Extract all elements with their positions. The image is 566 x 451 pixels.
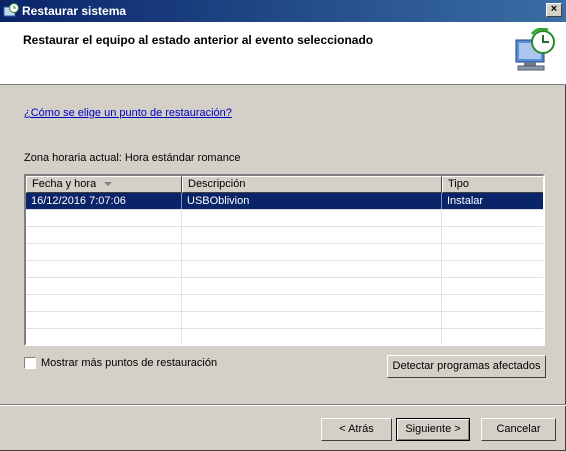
column-date[interactable]: Fecha y hora (26, 176, 182, 193)
timezone-label: Zona horaria actual: Hora estándar roman… (24, 152, 241, 164)
sort-down-icon (104, 182, 113, 187)
next-button[interactable]: Siguiente > (396, 418, 470, 441)
title-bar[interactable]: Restaurar sistema × (0, 0, 566, 22)
empty-row (26, 312, 543, 329)
footer-divider (0, 404, 566, 406)
page-title: Restaurar el equipo al estado anterior a… (23, 33, 374, 47)
restore-dialog: Restaurar sistema × Restaurar el equipo … (0, 0, 566, 451)
column-description[interactable]: Descripción (182, 176, 442, 193)
empty-row (26, 210, 543, 227)
cancel-button[interactable]: Cancelar (481, 418, 556, 441)
column-type-label: Tipo (448, 178, 469, 190)
empty-row (26, 227, 543, 244)
table-row[interactable]: 16/12/2016 7:07:06 USBOblivion Instalar (26, 193, 543, 210)
system-restore-clock-icon (512, 27, 558, 74)
cell-date: 16/12/2016 7:07:06 (26, 193, 182, 209)
cell-description: USBOblivion (182, 193, 442, 209)
empty-row (26, 261, 543, 278)
column-type[interactable]: Tipo (442, 176, 543, 193)
system-restore-icon (3, 3, 19, 19)
column-date-label: Fecha y hora (32, 178, 97, 190)
restore-points-list[interactable]: Fecha y hora Descripción Tipo 16/12/2016… (24, 174, 545, 346)
back-button[interactable]: < Atrás (321, 418, 392, 441)
more-points-checkbox[interactable] (24, 357, 36, 369)
cell-type: Instalar (447, 195, 484, 207)
empty-row (26, 329, 543, 344)
detect-programs-button[interactable]: Detectar programas afectados (387, 355, 546, 378)
empty-row (26, 244, 543, 261)
empty-row (26, 295, 543, 312)
help-link[interactable]: ¿Cómo se elige un punto de restauración? (24, 107, 232, 119)
more-points-label: Mostrar más puntos de restauración (41, 357, 218, 369)
window-title: Restaurar sistema (22, 4, 127, 18)
list-header: Fecha y hora Descripción Tipo (26, 176, 543, 193)
column-description-label: Descripción (188, 178, 246, 190)
wizard-header: Restaurar el equipo al estado anterior a… (0, 22, 566, 85)
empty-row (26, 278, 543, 295)
close-button[interactable]: × (546, 3, 562, 17)
